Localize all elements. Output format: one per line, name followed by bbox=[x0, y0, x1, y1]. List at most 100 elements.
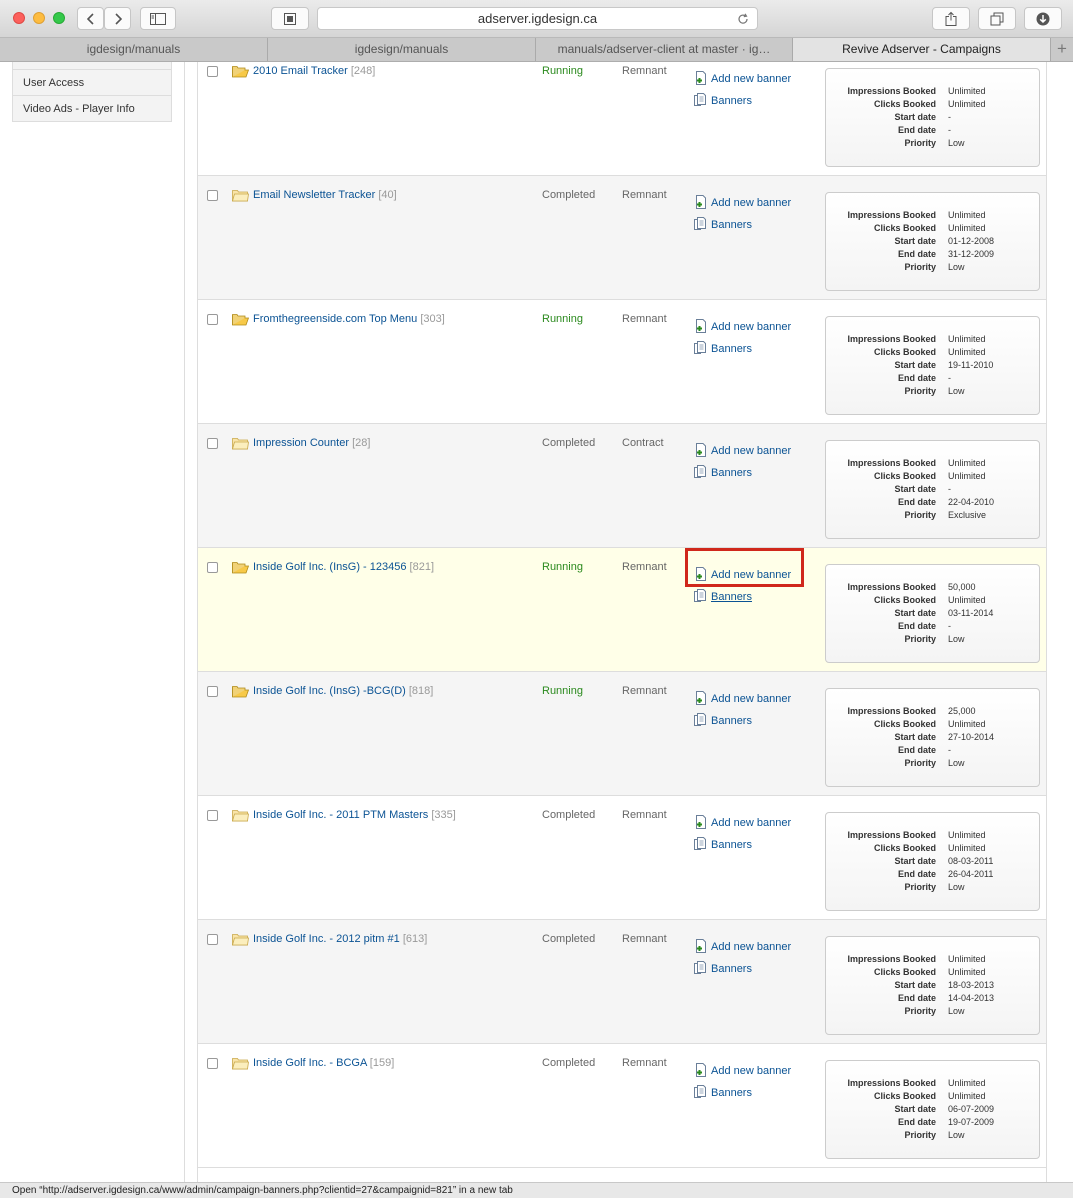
impressions-booked-label: Impressions Booked bbox=[847, 830, 936, 840]
campaign-name[interactable]: Impression Counter bbox=[253, 437, 349, 449]
campaign-name-link[interactable]: Inside Golf Inc. (InsG) -BCG(D) [818] bbox=[253, 685, 433, 697]
priority-label: Priority bbox=[904, 510, 936, 520]
campaign-id: [613] bbox=[402, 933, 428, 945]
campaign-id: [40] bbox=[378, 189, 397, 201]
sidebar-item-video-ads[interactable]: Video Ads - Player Info bbox=[13, 95, 171, 121]
folder-icon bbox=[231, 809, 249, 825]
minimize-window-button[interactable] bbox=[33, 12, 45, 24]
row-checkbox[interactable] bbox=[207, 562, 218, 573]
start-date-value: 08-03-2011 bbox=[948, 856, 994, 866]
campaign-name-link[interactable]: Inside Golf Inc. - 2012 pitm #1 [613] bbox=[253, 933, 427, 945]
banners-link[interactable]: Banners bbox=[693, 465, 752, 479]
sidebar-icon bbox=[150, 12, 166, 25]
downloads-button[interactable] bbox=[1024, 7, 1062, 30]
banners-link[interactable]: Banners bbox=[693, 341, 752, 355]
campaign-type: Remnant bbox=[622, 313, 667, 325]
back-button[interactable] bbox=[77, 7, 104, 30]
impressions-booked-value: 25,000 bbox=[948, 706, 976, 716]
campaign-id: [818] bbox=[408, 685, 434, 697]
add-new-banner-label: Add new banner bbox=[711, 321, 792, 333]
campaign-name-link[interactable]: Inside Golf Inc. (InsG) - 123456 [821] bbox=[253, 561, 434, 573]
banners-icon bbox=[694, 1085, 706, 1098]
campaign-id: [335] bbox=[431, 809, 456, 821]
folder-icon bbox=[231, 1057, 249, 1073]
row-checkbox[interactable] bbox=[207, 810, 218, 821]
booking-summary: Impressions Booked Clicks Booked Start dat… bbox=[825, 1060, 1040, 1159]
banners-icon bbox=[694, 341, 706, 354]
zoom-window-button[interactable] bbox=[53, 12, 65, 24]
add-new-banner-link[interactable]: Add new banner bbox=[693, 691, 791, 705]
campaign-row: Inside Golf Inc. - 2011 PTM Masters [335… bbox=[198, 796, 1046, 920]
booking-values: Unlimited Unlimited 08-03-2011 26-04-2011 Lo… bbox=[948, 829, 993, 894]
row-checkbox[interactable] bbox=[207, 314, 218, 325]
booking-keys: Impressions Booked Clicks Booked Start dat… bbox=[826, 829, 936, 899]
campaign-name[interactable]: Inside Golf Inc. - BCGA bbox=[253, 1057, 367, 1069]
campaign-name-link[interactable]: Fromthegreenside.com Top Menu [303] bbox=[253, 313, 445, 325]
add-new-banner-link[interactable]: Add new banner bbox=[693, 319, 791, 333]
booking-values: 25,000 Unlimited 27-10-2014 - Low bbox=[948, 705, 994, 770]
campaign-name[interactable]: Inside Golf Inc. (InsG) -BCG(D) bbox=[253, 685, 406, 697]
banners-link[interactable]: Banners bbox=[693, 1085, 752, 1099]
sidebar-toggle-button[interactable] bbox=[140, 7, 176, 30]
campaign-name[interactable]: Fromthegreenside.com Top Menu bbox=[253, 313, 417, 325]
row-checkbox[interactable] bbox=[207, 934, 218, 945]
banners-icon bbox=[694, 961, 706, 974]
row-checkbox[interactable] bbox=[207, 1058, 218, 1069]
row-checkbox[interactable] bbox=[207, 438, 218, 449]
add-new-banner-link[interactable]: Add new banner bbox=[693, 567, 791, 581]
campaign-name-link[interactable]: Impression Counter [28] bbox=[253, 437, 370, 449]
campaign-name[interactable]: Inside Golf Inc. (InsG) - 123456 bbox=[253, 561, 406, 573]
forward-button[interactable] bbox=[104, 7, 131, 30]
tab-igdesign-manuals-1[interactable]: igdesign/manuals bbox=[0, 38, 268, 61]
banners-label: Banners bbox=[711, 219, 752, 231]
add-banner-icon bbox=[696, 939, 706, 953]
clicks-booked-label: Clicks Booked bbox=[873, 99, 936, 109]
campaign-name-link[interactable]: 2010 Email Tracker [248] bbox=[253, 65, 375, 77]
tab-adserver-client[interactable]: manuals/adserver-client at master · ig… bbox=[536, 38, 793, 61]
campaign-name-link[interactable]: Email Newsletter Tracker [40] bbox=[253, 189, 397, 201]
tab-igdesign-manuals-2[interactable]: igdesign/manuals bbox=[268, 38, 536, 61]
campaign-status: Completed bbox=[542, 809, 596, 821]
campaign-name-link[interactable]: Inside Golf Inc. - 2011 PTM Masters [335… bbox=[253, 809, 456, 821]
sidebar-item-user-access[interactable]: User Access bbox=[13, 69, 171, 95]
add-new-banner-link[interactable]: Add new banner bbox=[693, 443, 791, 457]
row-checkbox[interactable] bbox=[207, 686, 218, 697]
campaign-name[interactable]: Inside Golf Inc. - 2012 pitm #1 bbox=[253, 933, 400, 945]
reload-icon[interactable] bbox=[737, 13, 749, 25]
banners-link[interactable]: Banners bbox=[693, 837, 752, 851]
new-tab-button[interactable]: + bbox=[1051, 38, 1073, 61]
close-window-button[interactable] bbox=[13, 12, 25, 24]
add-new-banner-link[interactable]: Add new banner bbox=[693, 195, 791, 209]
priority-label: Priority bbox=[904, 262, 936, 272]
address-bar[interactable]: adserver.igdesign.ca bbox=[317, 7, 758, 30]
campaign-name-link[interactable]: Inside Golf Inc. - BCGA [159] bbox=[253, 1057, 394, 1069]
clicks-booked-value: Unlimited bbox=[948, 967, 986, 977]
banners-link[interactable]: Banners bbox=[693, 217, 752, 231]
clicks-booked-label: Clicks Booked bbox=[873, 347, 936, 357]
banners-link[interactable]: Banners bbox=[693, 713, 752, 727]
priority-label: Priority bbox=[904, 634, 936, 644]
campaign-name[interactable]: Email Newsletter Tracker bbox=[253, 189, 375, 201]
impressions-booked-label: Impressions Booked bbox=[847, 706, 936, 716]
tab-bar: igdesign/manuals igdesign/manuals manual… bbox=[0, 38, 1073, 62]
banners-label: Banners bbox=[711, 467, 752, 479]
row-checkbox[interactable] bbox=[207, 66, 218, 77]
row-checkbox[interactable] bbox=[207, 190, 218, 201]
banners-link[interactable]: Banners bbox=[693, 93, 752, 107]
banners-link[interactable]: Banners bbox=[693, 961, 752, 975]
show-tabs-button[interactable] bbox=[978, 7, 1016, 30]
share-button[interactable] bbox=[932, 7, 970, 30]
campaign-name[interactable]: Inside Golf Inc. - 2011 PTM Masters bbox=[253, 809, 428, 821]
campaign-id: [303] bbox=[420, 313, 445, 325]
end-date-value: - bbox=[948, 745, 951, 755]
add-new-banner-link[interactable]: Add new banner bbox=[693, 71, 791, 85]
banners-link[interactable]: Banners bbox=[693, 589, 752, 603]
campaign-row: 2010 Email Tracker [248] Running Remnant Ad… bbox=[198, 62, 1046, 176]
booking-keys: Impressions Booked Clicks Booked Start dat… bbox=[826, 581, 936, 651]
add-new-banner-link[interactable]: Add new banner bbox=[693, 1063, 791, 1077]
tab-revive-campaigns[interactable]: Revive Adserver - Campaigns bbox=[793, 38, 1051, 61]
reader-button[interactable] bbox=[271, 7, 309, 30]
campaign-name[interactable]: 2010 Email Tracker bbox=[253, 65, 348, 77]
add-new-banner-link[interactable]: Add new banner bbox=[693, 939, 791, 953]
add-new-banner-link[interactable]: Add new banner bbox=[693, 815, 791, 829]
